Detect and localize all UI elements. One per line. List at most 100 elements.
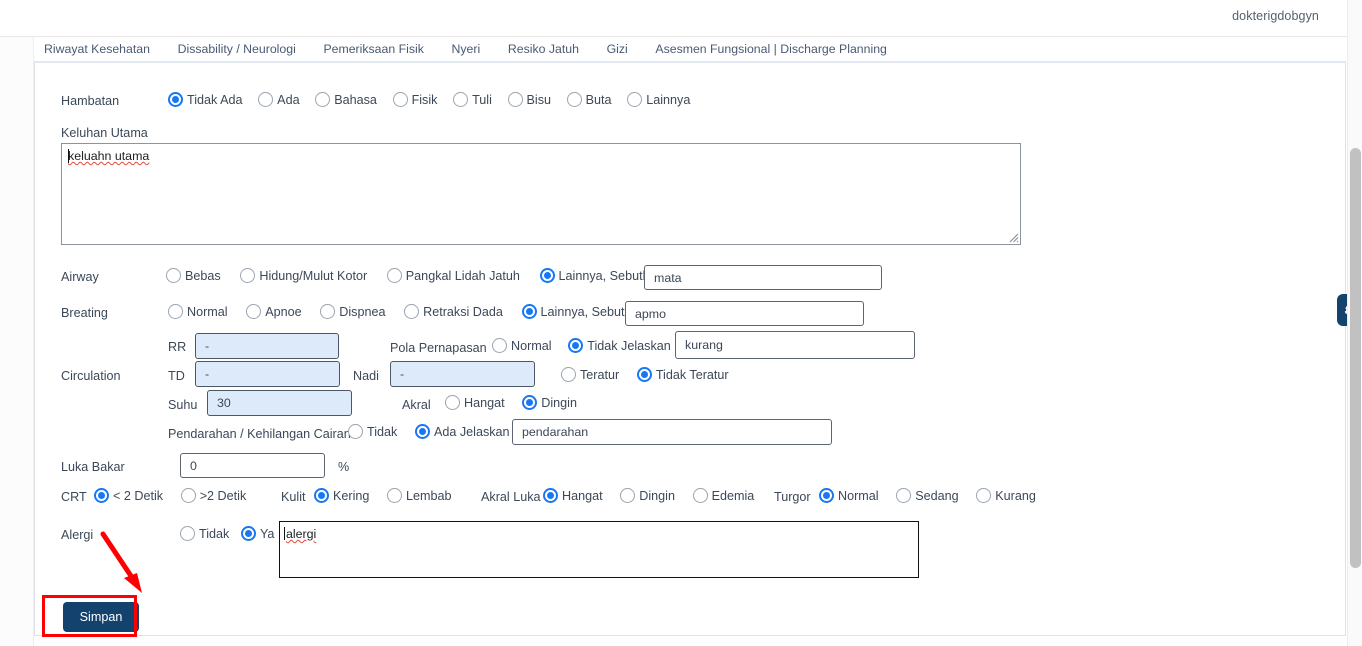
pola-pernapasan-label: Pola Pernapasan — [390, 340, 487, 355]
rr-input[interactable] — [195, 333, 339, 359]
td-input[interactable] — [195, 361, 340, 387]
radio-label: Ya — [260, 527, 274, 541]
radio-dot — [168, 304, 183, 319]
radio-hambatan-fisik[interactable]: Fisik — [393, 92, 438, 107]
crt-label: CRT — [61, 489, 87, 504]
radio-breating-apnoe[interactable]: Apnoe — [246, 304, 301, 319]
kulit-label: Kulit — [281, 489, 306, 504]
hambatan-label: Hambatan — [61, 94, 119, 108]
keluhan-utama-textarea-wrap: keluahn utama — [61, 143, 1021, 245]
radio-dot — [258, 92, 273, 107]
keluhan-utama-value: keluahn utama — [68, 149, 149, 163]
radio-alergi-tidak[interactable]: Tidak — [180, 526, 229, 541]
radio-hambatan-bahasa[interactable]: Bahasa — [315, 92, 377, 107]
radio-dot — [314, 488, 329, 503]
radio-kulit-kering[interactable]: Kering — [314, 488, 369, 503]
breating-other-input[interactable] — [625, 301, 864, 326]
radio-circulation-tidak-teratur[interactable]: Tidak Teratur — [637, 367, 729, 382]
radio-hambatan-buta[interactable]: Buta — [567, 92, 612, 107]
radio-label: Retraksi Dada — [423, 305, 503, 319]
alergi-textarea-wrap: alergi — [279, 521, 919, 578]
radio-airway-hidung-mulut-kotor[interactable]: Hidung/Mulut Kotor — [240, 268, 367, 283]
radio-pendarahan-ada-jelaskan[interactable]: Ada Jelaskan — [415, 424, 510, 439]
circulation-rhythm-radio-group: Teratur Tidak Teratur — [561, 366, 729, 382]
radio-label: Sedang — [915, 489, 958, 503]
radio-label: Normal — [511, 339, 552, 353]
scrollbar-thumb[interactable] — [1350, 148, 1361, 568]
radio-label: Teratur — [580, 368, 619, 382]
radio-breating-dispnea[interactable]: Dispnea — [320, 304, 385, 319]
assessment-form-panel: Hambatan Tidak Ada Ada Bahasa Fisik Tuli — [34, 61, 1346, 636]
radio-akral-luka-hangat[interactable]: Hangat — [543, 488, 603, 503]
tab-dissability-neurologi[interactable]: Dissability / Neurologi — [178, 38, 296, 60]
nadi-input[interactable] — [390, 361, 535, 387]
radio-label: Apnoe — [265, 305, 301, 319]
radio-circulation-teratur[interactable]: Teratur — [561, 367, 619, 382]
radio-airway-pangkal-lidah-jatuh[interactable]: Pangkal Lidah Jatuh — [387, 268, 520, 283]
turgor-radio-group: Normal Sedang Kurang — [819, 487, 1036, 503]
tab-pemeriksaan-fisik[interactable]: Pemeriksaan Fisik — [323, 38, 423, 60]
radio-turgor-normal[interactable]: Normal — [819, 488, 879, 503]
radio-crt-lt-2-detik[interactable]: < 2 Detik — [94, 488, 163, 503]
radio-dot — [896, 488, 911, 503]
radio-dot — [561, 367, 576, 382]
radio-akral-hangat[interactable]: Hangat — [445, 395, 505, 410]
luka-bakar-label: Luka Bakar — [61, 459, 125, 474]
tab-riwayat-kesehatan[interactable]: Riwayat Kesehatan — [44, 38, 150, 60]
radio-label: Tidak Teratur — [656, 368, 729, 382]
radio-breating-normal[interactable]: Normal — [168, 304, 228, 319]
resize-handle-icon[interactable] — [1007, 231, 1019, 243]
tab-asesmen-fungsional-discharge-planning[interactable]: Asesmen Fungsional | Discharge Planning — [655, 38, 887, 60]
radio-label: Normal — [838, 489, 879, 503]
top-bar: dokterigdobgyn — [0, 0, 1362, 37]
airway-other-input[interactable] — [644, 265, 882, 290]
radio-dot — [819, 488, 834, 503]
radio-dot — [181, 488, 196, 503]
radio-hambatan-bisu[interactable]: Bisu — [508, 92, 552, 107]
radio-hambatan-lainnya[interactable]: Lainnya — [627, 92, 690, 107]
radio-dot — [445, 395, 460, 410]
radio-crt-gt-2-detik[interactable]: >2 Detik — [181, 488, 247, 503]
radio-pendarahan-tidak[interactable]: Tidak — [348, 424, 397, 439]
radio-dot — [348, 424, 363, 439]
radio-label: Hangat — [562, 489, 603, 503]
radio-dot — [568, 338, 583, 353]
tab-resiko-jatuh[interactable]: Resiko Jatuh — [508, 38, 579, 60]
luka-bakar-input[interactable] — [180, 453, 325, 478]
radio-label: Ada — [277, 93, 299, 107]
tab-nyeri[interactable]: Nyeri — [452, 38, 481, 60]
radio-breating-retraksi-dada[interactable]: Retraksi Dada — [404, 304, 503, 319]
radio-akral-luka-dingin[interactable]: Dingin — [620, 488, 675, 503]
radio-dot — [508, 92, 523, 107]
tab-gizi[interactable]: Gizi — [607, 38, 628, 60]
radio-turgor-kurang[interactable]: Kurang — [976, 488, 1036, 503]
radio-hambatan-ada[interactable]: Ada — [258, 92, 299, 107]
radio-label: Bebas — [185, 269, 221, 283]
radio-dot — [320, 304, 335, 319]
radio-hambatan-tuli[interactable]: Tuli — [453, 92, 492, 107]
radio-dot — [393, 92, 408, 107]
radio-airway-bebas[interactable]: Bebas — [166, 268, 221, 283]
radio-label: Fisik — [412, 93, 438, 107]
page-scrollbar[interactable] — [1347, 0, 1362, 646]
pendarahan-other-input[interactable] — [512, 419, 832, 445]
radio-alergi-ya[interactable]: Ya — [241, 526, 274, 541]
pola-pernapasan-other-input[interactable] — [675, 331, 915, 359]
radio-label: Tidak — [199, 527, 229, 541]
current-user-label[interactable]: dokterigdobgyn — [1232, 9, 1319, 23]
radio-dot — [522, 395, 537, 410]
radio-akral-luka-edemia[interactable]: Edemia — [693, 488, 755, 503]
radio-kulit-lembab[interactable]: Lembab — [387, 488, 452, 503]
radio-pola-pernapasan-normal[interactable]: Normal — [492, 338, 552, 353]
radio-turgor-sedang[interactable]: Sedang — [896, 488, 958, 503]
radio-label: Bisu — [527, 93, 552, 107]
radio-dot — [387, 488, 402, 503]
radio-akral-dingin[interactable]: Dingin — [522, 395, 577, 410]
radio-pola-pernapasan-tidak-jelaskan[interactable]: Tidak Jelaskan — [568, 338, 671, 353]
keluhan-utama-textarea[interactable]: keluahn utama — [61, 143, 1021, 245]
alergi-textarea[interactable]: alergi — [279, 521, 919, 578]
radio-hambatan-tidak-ada[interactable]: Tidak Ada — [168, 92, 243, 107]
simpan-button[interactable]: Simpan — [63, 602, 139, 632]
hambatan-radio-group: Tidak Ada Ada Bahasa Fisik Tuli Bisu — [168, 91, 690, 107]
suhu-input[interactable] — [207, 390, 352, 416]
